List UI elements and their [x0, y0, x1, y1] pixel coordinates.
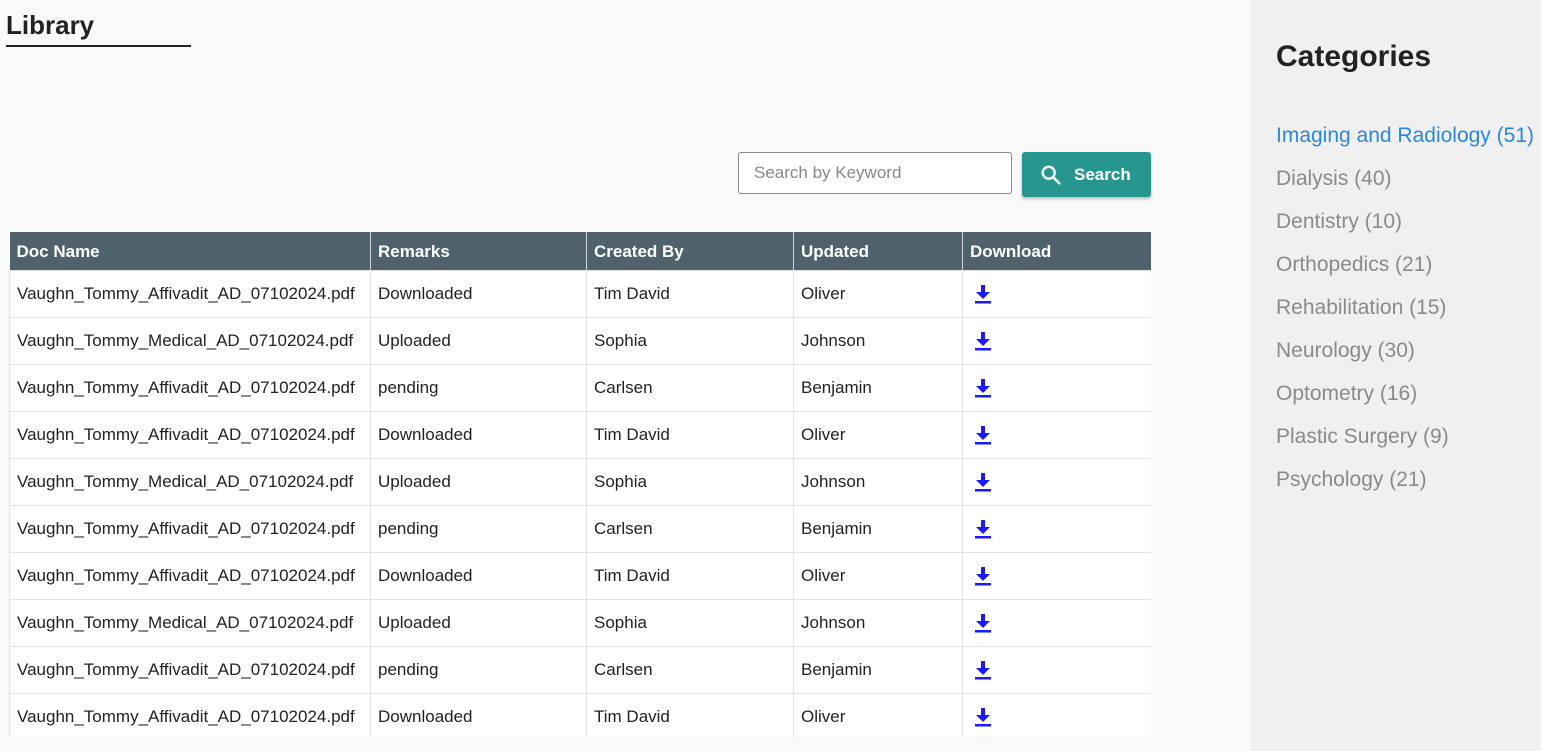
created-by-cell: Carlsen: [586, 364, 794, 412]
doc-name-cell: Vaughn_Tommy_Affivadit_AD_07102024.pdf: [9, 364, 371, 412]
main-content: Library Search Doc Name Remarks Created …: [0, 0, 1250, 751]
column-header-doc-name[interactable]: Doc Name: [9, 232, 371, 271]
doc-name-cell: Vaughn_Tommy_Affivadit_AD_07102024.pdf: [9, 552, 371, 600]
created-by-cell: Tim David: [586, 552, 794, 600]
updated-cell: Oliver: [793, 552, 963, 600]
download-icon[interactable]: [974, 378, 992, 398]
created-by-cell: Tim David: [586, 693, 794, 737]
table-row[interactable]: Vaughn_Tommy_Affivadit_AD_07102024.pdf Do…: [9, 270, 1151, 318]
updated-cell: Johnson: [793, 599, 963, 647]
remarks-cell: Uploaded: [370, 458, 587, 506]
category-link-orthopedics[interactable]: Orthopedics (21): [1276, 249, 1534, 292]
doc-name-cell: Vaughn_Tommy_Medical_AD_07102024.pdf: [9, 458, 371, 506]
remarks-cell: Downloaded: [370, 693, 587, 737]
download-icon[interactable]: [974, 613, 992, 633]
remarks-cell: Downloaded: [370, 411, 587, 459]
created-by-cell: Sophia: [586, 599, 794, 647]
updated-cell: Benjamin: [793, 646, 963, 694]
created-by-cell: Carlsen: [586, 505, 794, 553]
page-title: Library: [6, 10, 95, 40]
column-header-download[interactable]: Download: [962, 232, 1151, 271]
category-link-imaging-and-radiology[interactable]: Imaging and Radiology (51): [1276, 120, 1534, 163]
download-icon[interactable]: [974, 425, 992, 445]
doc-name-cell: Vaughn_Tommy_Affivadit_AD_07102024.pdf: [9, 646, 371, 694]
created-by-cell: Sophia: [586, 317, 794, 365]
updated-cell: Johnson: [793, 317, 963, 365]
download-cell: [962, 364, 1151, 412]
category-link-rehabilitation[interactable]: Rehabilitation (15): [1276, 292, 1534, 335]
download-icon[interactable]: [974, 284, 992, 304]
download-icon[interactable]: [974, 660, 992, 680]
table-body: Vaughn_Tommy_Affivadit_AD_07102024.pdf Do…: [9, 270, 1151, 737]
download-cell: [962, 552, 1151, 600]
category-link-neurology[interactable]: Neurology (30): [1276, 335, 1534, 378]
remarks-cell: pending: [370, 364, 587, 412]
download-cell: [962, 458, 1151, 506]
created-by-cell: Tim David: [586, 411, 794, 459]
doc-name-cell: Vaughn_Tommy_Affivadit_AD_07102024.pdf: [9, 505, 371, 553]
table-row[interactable]: Vaughn_Tommy_Medical_AD_07102024.pdf Uplo…: [9, 317, 1151, 365]
doc-name-cell: Vaughn_Tommy_Affivadit_AD_07102024.pdf: [9, 411, 371, 459]
remarks-cell: Downloaded: [370, 552, 587, 600]
download-cell: [962, 505, 1151, 553]
doc-name-cell: Vaughn_Tommy_Medical_AD_07102024.pdf: [9, 599, 371, 647]
table-row[interactable]: Vaughn_Tommy_Affivadit_AD_07102024.pdf pe…: [9, 505, 1151, 553]
download-icon[interactable]: [974, 566, 992, 586]
remarks-cell: Downloaded: [370, 270, 587, 318]
download-cell: [962, 646, 1151, 694]
documents-table: Doc Name Remarks Created By Updated Down…: [9, 232, 1151, 737]
sidebar-title: Categories: [1276, 40, 1432, 73]
table-row[interactable]: Vaughn_Tommy_Affivadit_AD_07102024.pdf Do…: [9, 411, 1151, 459]
categories-sidebar: Categories Imaging and Radiology (51) Dia…: [1250, 0, 1541, 751]
remarks-cell: pending: [370, 505, 587, 553]
category-link-plastic-surgery[interactable]: Plastic Surgery (9): [1276, 421, 1534, 464]
download-icon[interactable]: [974, 707, 992, 727]
title-underline: [6, 45, 191, 47]
updated-cell: Oliver: [793, 693, 963, 737]
table-row[interactable]: Vaughn_Tommy_Affivadit_AD_07102024.pdf Do…: [9, 552, 1151, 600]
column-header-updated[interactable]: Updated: [793, 232, 963, 271]
category-link-psychology[interactable]: Psychology (21): [1276, 464, 1534, 507]
download-cell: [962, 693, 1151, 737]
updated-cell: Benjamin: [793, 364, 963, 412]
doc-name-cell: Vaughn_Tommy_Medical_AD_07102024.pdf: [9, 317, 371, 365]
table-row[interactable]: Vaughn_Tommy_Medical_AD_07102024.pdf Uplo…: [9, 458, 1151, 506]
download-icon[interactable]: [974, 472, 992, 492]
updated-cell: Johnson: [793, 458, 963, 506]
remarks-cell: Uploaded: [370, 317, 587, 365]
remarks-cell: pending: [370, 646, 587, 694]
created-by-cell: Carlsen: [586, 646, 794, 694]
updated-cell: Benjamin: [793, 505, 963, 553]
download-cell: [962, 599, 1151, 647]
category-link-dentistry[interactable]: Dentistry (10): [1276, 206, 1534, 249]
category-link-dialysis[interactable]: Dialysis (40): [1276, 163, 1534, 206]
download-cell: [962, 411, 1151, 459]
remarks-cell: Uploaded: [370, 599, 587, 647]
search-button-label: Search: [1074, 164, 1131, 184]
search-icon: [1040, 164, 1062, 186]
download-icon[interactable]: [974, 331, 992, 351]
category-link-optometry[interactable]: Optometry (16): [1276, 378, 1534, 421]
table-row[interactable]: Vaughn_Tommy_Medical_AD_07102024.pdf Uplo…: [9, 599, 1151, 647]
created-by-cell: Sophia: [586, 458, 794, 506]
created-by-cell: Tim David: [586, 270, 794, 318]
table-row[interactable]: Vaughn_Tommy_Affivadit_AD_07102024.pdf pe…: [9, 364, 1151, 412]
column-header-remarks[interactable]: Remarks: [370, 232, 587, 271]
download-cell: [962, 317, 1151, 365]
category-list: Imaging and Radiology (51) Dialysis (40) D…: [1276, 120, 1534, 507]
documents-table-container: Doc Name Remarks Created By Updated Down…: [9, 232, 1151, 737]
download-cell: [962, 270, 1151, 318]
download-icon[interactable]: [974, 519, 992, 539]
column-header-created-by[interactable]: Created By: [586, 232, 794, 271]
table-row[interactable]: Vaughn_Tommy_Affivadit_AD_07102024.pdf Do…: [9, 693, 1151, 737]
table-header-row: Doc Name Remarks Created By Updated Down…: [9, 232, 1151, 271]
updated-cell: Oliver: [793, 411, 963, 459]
updated-cell: Oliver: [793, 270, 963, 318]
search-button[interactable]: Search: [1022, 152, 1151, 197]
doc-name-cell: Vaughn_Tommy_Affivadit_AD_07102024.pdf: [9, 693, 371, 737]
search-input[interactable]: [738, 152, 1012, 194]
doc-name-cell: Vaughn_Tommy_Affivadit_AD_07102024.pdf: [9, 270, 371, 318]
table-row[interactable]: Vaughn_Tommy_Affivadit_AD_07102024.pdf pe…: [9, 646, 1151, 694]
